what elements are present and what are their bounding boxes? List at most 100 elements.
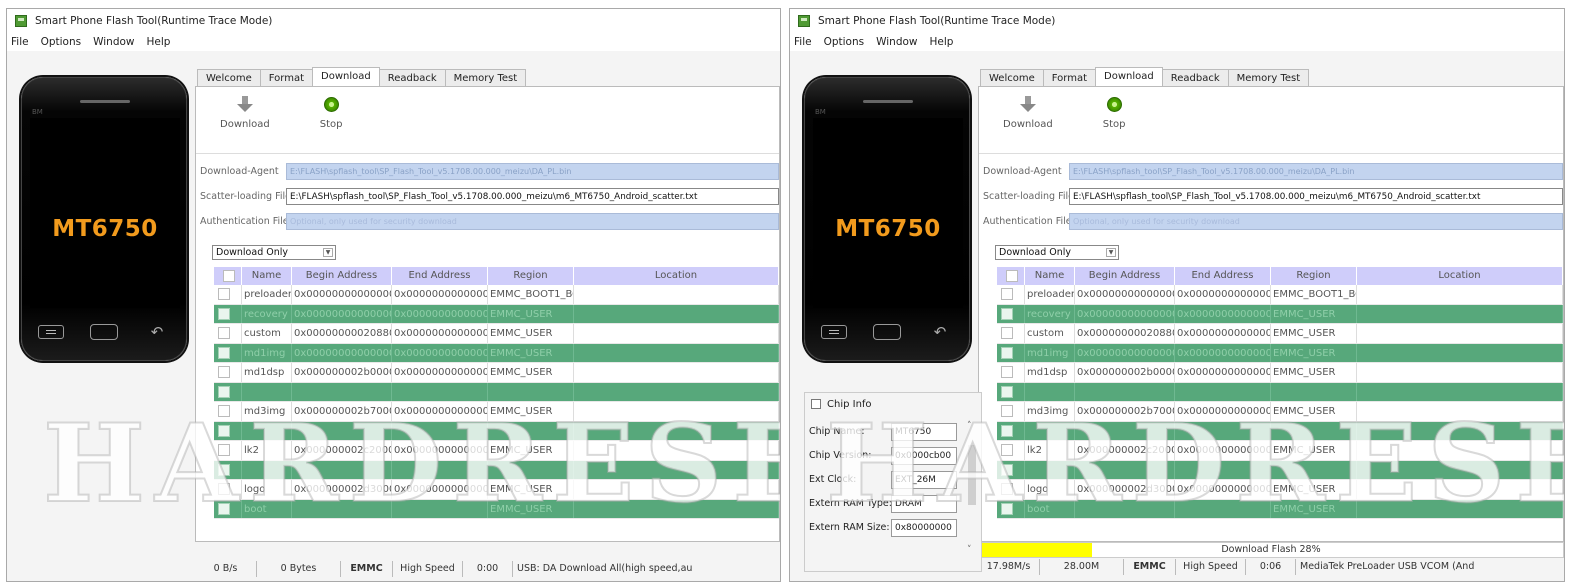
row-checkbox[interactable] bbox=[1001, 502, 1013, 515]
table-row[interactable] bbox=[997, 382, 1563, 402]
location[interactable] bbox=[574, 460, 779, 479]
row-checkbox[interactable] bbox=[1001, 346, 1013, 359]
table-row[interactable] bbox=[997, 460, 1563, 480]
row-checkbox[interactable] bbox=[1001, 444, 1013, 456]
location[interactable] bbox=[574, 480, 779, 499]
location[interactable] bbox=[1357, 363, 1563, 382]
table-row[interactable]: recovery0x00000000000000000x000000000000… bbox=[997, 304, 1563, 324]
table-row[interactable] bbox=[214, 382, 779, 402]
location[interactable] bbox=[574, 441, 779, 460]
chevron-down-icon[interactable]: ▼ bbox=[323, 248, 333, 257]
scatter-file-field[interactable]: E:\FLASH\spflash_tool\SP_Flash_Tool_v5.1… bbox=[286, 187, 779, 205]
auth-file-field[interactable]: Optional, only used for security downloa… bbox=[286, 212, 779, 230]
tab-readback[interactable]: Readback bbox=[1161, 69, 1229, 87]
table-row[interactable]: md1dsp0x000000002b0000000x00000000000000… bbox=[214, 363, 779, 383]
row-checkbox[interactable] bbox=[218, 502, 230, 515]
column-header[interactable]: Name bbox=[1025, 267, 1075, 285]
location[interactable] bbox=[1357, 304, 1563, 323]
column-header[interactable]: Location bbox=[1357, 267, 1563, 285]
table-row[interactable] bbox=[997, 421, 1563, 441]
table-row[interactable]: boot EMMC_USER bbox=[214, 499, 779, 519]
menu-file[interactable]: File bbox=[11, 36, 29, 48]
table-row[interactable]: logo0x000000002d3000000x0000000000000000… bbox=[997, 480, 1563, 500]
table-row[interactable]: lk20x000000002c2000000x0000000000000000E… bbox=[997, 441, 1563, 461]
tab-welcome[interactable]: Welcome bbox=[197, 69, 261, 87]
menu-options[interactable]: Options bbox=[824, 36, 865, 48]
column-header[interactable]: End Address bbox=[1175, 267, 1271, 285]
row-checkbox[interactable] bbox=[218, 288, 230, 300]
column-header[interactable]: Region bbox=[488, 267, 574, 285]
row-checkbox[interactable] bbox=[1001, 463, 1013, 476]
location[interactable] bbox=[574, 343, 779, 362]
row-checkbox[interactable] bbox=[218, 346, 230, 359]
menu-window[interactable]: Window bbox=[93, 36, 134, 48]
location[interactable] bbox=[1357, 402, 1563, 421]
row-checkbox[interactable] bbox=[218, 405, 230, 417]
location[interactable] bbox=[1357, 421, 1563, 440]
location[interactable] bbox=[574, 499, 779, 518]
tab-download[interactable]: Download bbox=[312, 67, 380, 87]
table-row[interactable]: custom0x00000000020880000x00000000000000… bbox=[997, 324, 1563, 344]
tab-format[interactable]: Format bbox=[259, 69, 313, 87]
select-all-checkbox[interactable] bbox=[997, 267, 1025, 285]
column-header[interactable]: Begin Address bbox=[292, 267, 392, 285]
column-header[interactable]: Begin Address bbox=[1075, 267, 1175, 285]
table-row[interactable]: md3img0x000000002b7000000x00000000000000… bbox=[997, 402, 1563, 422]
chevron-up-icon[interactable]: ˄ bbox=[967, 421, 972, 431]
row-checkbox[interactable] bbox=[218, 463, 230, 476]
download-agent-field[interactable]: E:\FLASH\spflash_tool\SP_Flash_Tool_v5.1… bbox=[1069, 162, 1563, 180]
table-row[interactable]: preloader0x00000000000000000x00000000000… bbox=[214, 285, 779, 305]
chip-info-scrollbar[interactable]: ˄ ˅ bbox=[967, 421, 977, 555]
download-button[interactable]: Download bbox=[220, 95, 270, 130]
location[interactable] bbox=[1357, 480, 1563, 499]
table-row[interactable] bbox=[214, 460, 779, 480]
tab-format[interactable]: Format bbox=[1042, 69, 1096, 87]
menu-file[interactable]: File bbox=[794, 36, 812, 48]
menu-help[interactable]: Help bbox=[147, 36, 171, 48]
tab-memory-test[interactable]: Memory Test bbox=[444, 69, 527, 87]
location[interactable] bbox=[574, 402, 779, 421]
scatter-file-field[interactable]: E:\FLASH\spflash_tool\SP_Flash_Tool_v5.1… bbox=[1069, 187, 1563, 205]
row-checkbox[interactable] bbox=[1001, 288, 1013, 300]
menu-options[interactable]: Options bbox=[41, 36, 82, 48]
stop-button[interactable]: Stop bbox=[320, 95, 342, 130]
row-checkbox[interactable] bbox=[218, 327, 230, 339]
row-checkbox[interactable] bbox=[218, 483, 230, 495]
row-checkbox[interactable] bbox=[1001, 483, 1013, 495]
table-row[interactable]: boot EMMC_USER bbox=[997, 499, 1563, 519]
table-row[interactable]: md1img0x00000000000000000x00000000000000… bbox=[997, 343, 1563, 363]
location[interactable] bbox=[1357, 441, 1563, 460]
location[interactable] bbox=[574, 285, 779, 304]
stop-button[interactable]: Stop bbox=[1103, 95, 1125, 130]
tab-welcome[interactable]: Welcome bbox=[980, 69, 1044, 87]
table-row[interactable]: recovery0x00000000000000000x000000000000… bbox=[214, 304, 779, 324]
row-checkbox[interactable] bbox=[218, 444, 230, 456]
table-row[interactable]: lk20x000000002c2000000x0000000000000000E… bbox=[214, 441, 779, 461]
menu-help[interactable]: Help bbox=[930, 36, 954, 48]
row-checkbox[interactable] bbox=[218, 366, 230, 378]
row-checkbox[interactable] bbox=[218, 424, 230, 437]
chevron-down-icon[interactable]: ˅ bbox=[967, 545, 972, 555]
column-header[interactable]: Name bbox=[242, 267, 292, 285]
row-checkbox[interactable] bbox=[1001, 327, 1013, 339]
location[interactable] bbox=[574, 421, 779, 440]
tab-memory-test[interactable]: Memory Test bbox=[1227, 69, 1310, 87]
location[interactable] bbox=[574, 363, 779, 382]
table-row[interactable]: preloader0x00000000000000000x00000000000… bbox=[997, 285, 1563, 305]
table-row[interactable] bbox=[214, 421, 779, 441]
tab-download[interactable]: Download bbox=[1095, 67, 1163, 87]
location[interactable] bbox=[574, 304, 779, 323]
row-checkbox[interactable] bbox=[218, 307, 230, 320]
auth-file-field[interactable]: Optional, only used for security downloa… bbox=[1069, 212, 1563, 230]
column-header[interactable]: Region bbox=[1271, 267, 1357, 285]
row-checkbox[interactable] bbox=[1001, 366, 1013, 378]
table-row[interactable]: md1dsp0x000000002b0000000x00000000000000… bbox=[997, 363, 1563, 383]
download-mode-select[interactable]: Download Only ▼ bbox=[995, 245, 1119, 260]
menu-window[interactable]: Window bbox=[876, 36, 917, 48]
location[interactable] bbox=[1357, 343, 1563, 362]
table-row[interactable]: custom0x00000000020880000x00000000000000… bbox=[214, 324, 779, 344]
table-row[interactable]: md3img0x000000002b7000000x00000000000000… bbox=[214, 402, 779, 422]
row-checkbox[interactable] bbox=[1001, 385, 1013, 398]
row-checkbox[interactable] bbox=[218, 385, 230, 398]
location[interactable] bbox=[1357, 460, 1563, 479]
